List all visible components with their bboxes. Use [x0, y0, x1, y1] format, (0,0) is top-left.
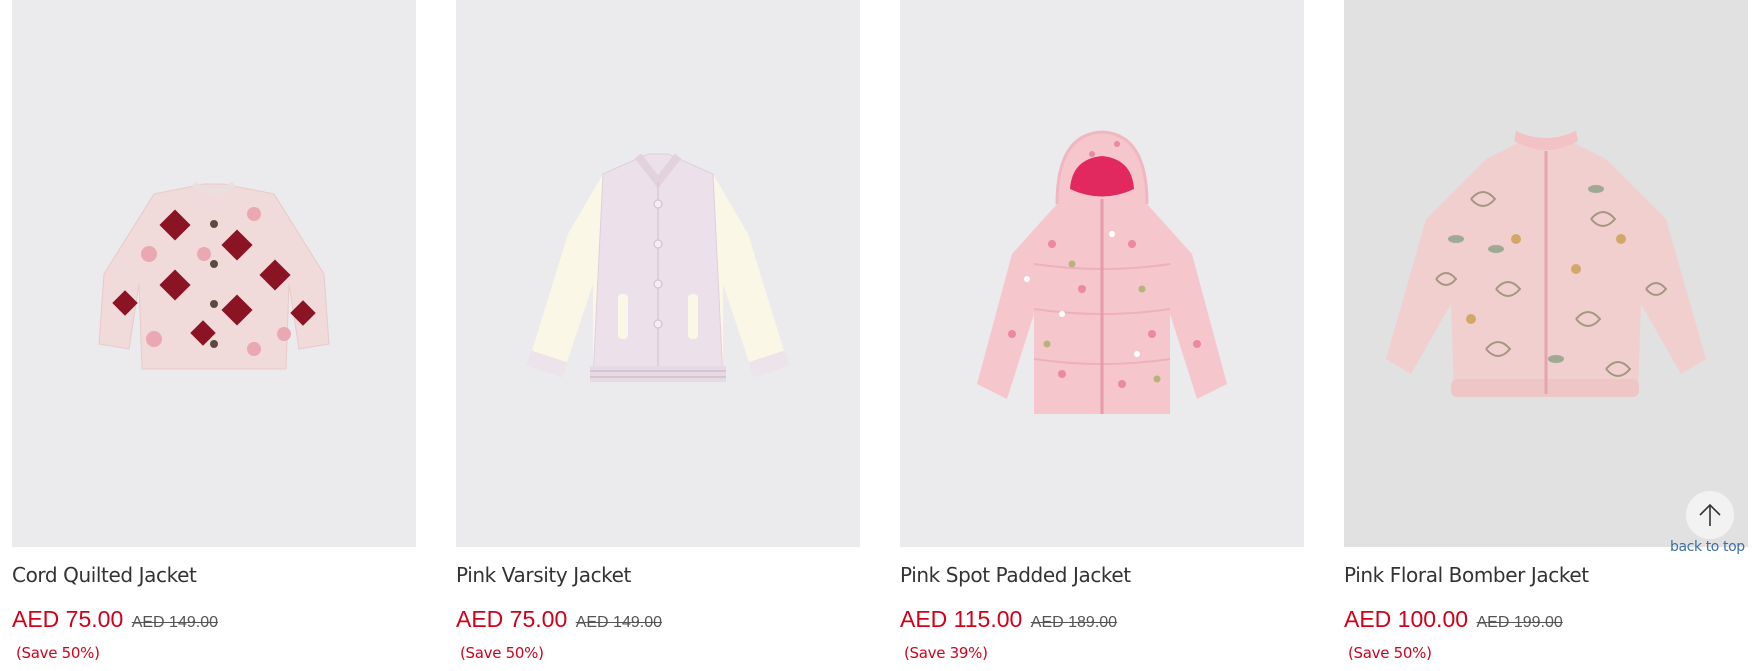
sale-price: AED 115.00: [900, 606, 1023, 632]
sale-price: AED 75.00: [12, 606, 124, 632]
discount-label: (Save 39%): [904, 644, 988, 662]
product-card[interactable]: Cord Quilted Jacket AED 75.00 AED 149.00…: [12, 0, 416, 671]
product-grid: Cord Quilted Jacket AED 75.00 AED 149.00…: [0, 0, 1761, 671]
price-row: AED 100.00 AED 199.00: [1344, 606, 1563, 633]
varsity-jacket-icon: [526, 153, 790, 382]
padded-jacket-icon: [977, 129, 1227, 414]
original-price: AED 149.00: [575, 614, 662, 631]
product-name[interactable]: Cord Quilted Jacket: [12, 563, 197, 587]
discount-label: (Save 50%): [16, 644, 100, 662]
price-row: AED 75.00 AED 149.00: [12, 606, 218, 633]
product-name[interactable]: Pink Varsity Jacket: [456, 563, 631, 587]
price-row: AED 115.00 AED 189.00: [900, 606, 1117, 633]
product-image[interactable]: [900, 0, 1304, 547]
product-image[interactable]: [456, 0, 860, 547]
back-to-top-label[interactable]: back to top: [1670, 539, 1745, 555]
original-price: AED 199.00: [1476, 614, 1563, 631]
arrow-up-icon: [1699, 503, 1721, 526]
product-card[interactable]: Pink Spot Padded Jacket AED 115.00 AED 1…: [900, 0, 1304, 671]
product-image[interactable]: [12, 0, 416, 547]
discount-label: (Save 50%): [460, 644, 544, 662]
original-price: AED 149.00: [131, 614, 218, 631]
sale-price: AED 100.00: [1344, 606, 1469, 632]
product-name[interactable]: Pink Spot Padded Jacket: [900, 563, 1131, 587]
sale-price: AED 75.00: [456, 606, 568, 632]
price-row: AED 75.00 AED 149.00: [456, 606, 662, 633]
original-price: AED 189.00: [1030, 614, 1118, 631]
product-name[interactable]: Pink Floral Bomber Jacket: [1344, 563, 1589, 587]
product-card[interactable]: Pink Floral Bomber Jacket AED 100.00 AED…: [1344, 0, 1748, 671]
product-image[interactable]: [1344, 0, 1748, 547]
back-to-top-circle[interactable]: [1685, 490, 1735, 540]
back-to-top-button[interactable]: back to top: [1670, 490, 1758, 560]
quilted-jacket-icon: [98, 181, 330, 369]
discount-label: (Save 50%): [1348, 644, 1432, 662]
product-card[interactable]: Pink Varsity Jacket AED 75.00 AED 149.00…: [456, 0, 860, 671]
bomber-jacket-icon: [1386, 130, 1706, 397]
